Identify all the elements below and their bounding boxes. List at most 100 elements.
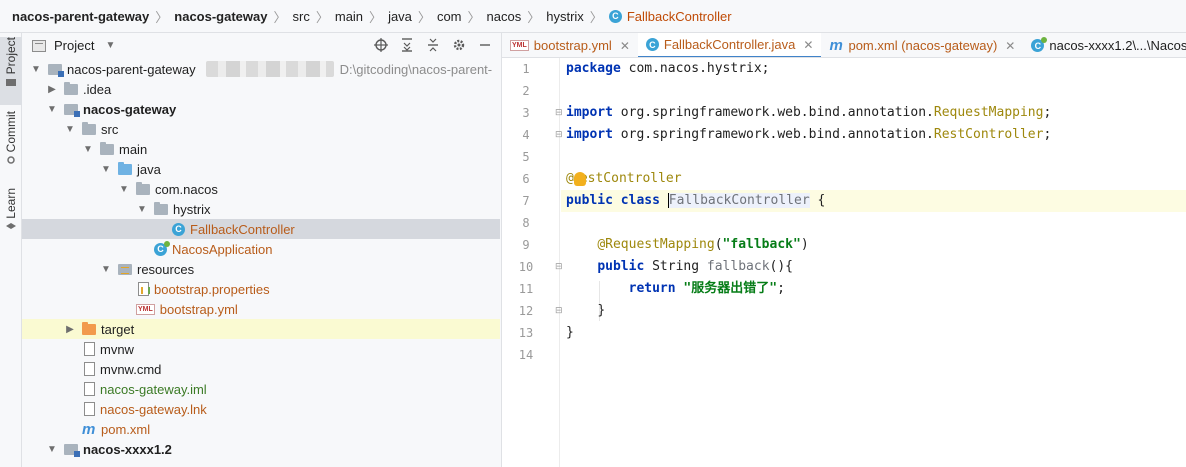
code-text: ;	[1043, 105, 1052, 120]
tree-item-nacos-gateway-iml[interactable]: nacos-gateway.iml	[22, 379, 500, 399]
commit-tool-tab[interactable]: Commit	[0, 111, 22, 191]
tree-item-com-nacos[interactable]: ▼ com.nacos	[22, 179, 500, 199]
code-method-name: fallback	[706, 259, 770, 274]
chevron-down-icon[interactable]: ▼	[64, 123, 76, 135]
folder-icon	[82, 121, 96, 135]
tree-item-target[interactable]: ▶ target	[22, 319, 500, 339]
breadcrumb-item[interactable]: nacos-gateway	[174, 9, 267, 24]
folder-icon	[6, 79, 16, 87]
chevron-down-icon[interactable]: ▼	[100, 163, 112, 175]
close-icon[interactable]: ✕	[1005, 39, 1015, 53]
tree-item-nacos-gateway-lnk[interactable]: nacos-gateway.lnk	[22, 399, 500, 419]
code-text: org.springframework.web.bind.annotation.	[612, 105, 934, 120]
spring-class-icon: C	[154, 240, 170, 256]
code-line: @ estController	[561, 168, 1186, 190]
tree-item-mvnw[interactable]: mvnw	[22, 339, 500, 359]
tree-item-label: resources	[137, 261, 195, 277]
line-number: 14	[518, 348, 534, 362]
chevron-down-icon[interactable]: ▼	[82, 143, 94, 155]
chevron-right-icon[interactable]: ▶	[64, 323, 76, 335]
tree-item-resources[interactable]: ▼ resources	[22, 259, 500, 279]
tree-item-nacos-xxxx1-2[interactable]: ▼ nacos-xxxx1.2	[22, 439, 500, 459]
breadcrumb-item[interactable]: com	[437, 9, 462, 24]
code-editor: YML bootstrap.yml ✕ C FallbackController…	[502, 33, 1186, 467]
tab-bootstrap-yml[interactable]: YML bootstrap.yml ✕	[502, 33, 638, 57]
breadcrumb-item[interactable]: src	[293, 9, 310, 24]
tree-item-bootstrap-properties[interactable]: bootstrap.properties	[22, 279, 500, 299]
tree-item-nacos-parent-gateway[interactable]: ▼ nacos-parent-gateway D:\gitcoding\naco…	[22, 59, 500, 79]
gear-icon[interactable]	[451, 37, 467, 53]
source-folder-icon	[118, 161, 132, 175]
chevron-right-icon: 〉	[417, 9, 431, 25]
line-number: 7	[522, 194, 530, 208]
collapse-all-icon[interactable]	[425, 37, 441, 53]
class-icon: C	[172, 222, 185, 236]
tree-item-src[interactable]: ▼ src	[22, 119, 500, 139]
properties-file-icon	[138, 282, 150, 296]
tab-fallbackcontroller-java[interactable]: C FallbackController.java ✕	[637, 33, 822, 57]
tab-label: pom.xml (nacos-gateway)	[848, 38, 998, 53]
breadcrumb-item-current[interactable]: C FallbackController	[608, 9, 732, 24]
tree-item-label: NacosApplication	[172, 241, 273, 257]
chevron-down-icon[interactable]: ▼	[30, 63, 42, 75]
module-icon	[48, 63, 64, 77]
tree-item-label: bootstrap.yml	[159, 301, 238, 317]
tree-item-main[interactable]: ▼ main	[22, 139, 500, 159]
commit-tool-label: Commit	[4, 111, 18, 153]
line-number: 6	[522, 172, 530, 186]
project-header: Project ▼	[22, 33, 501, 58]
line-number: 2	[522, 84, 530, 98]
close-icon[interactable]: ✕	[620, 39, 630, 53]
chevron-down-icon[interactable]: ▼	[100, 263, 112, 275]
tree-item-nacos-gateway[interactable]: ▼ nacos-gateway	[22, 99, 500, 119]
chevron-down-icon[interactable]: ▼	[46, 103, 58, 115]
tree-item-mvnw-cmd[interactable]: mvnw.cmd	[22, 359, 500, 379]
line-number: 1	[522, 62, 530, 76]
lightbulb-icon[interactable]	[573, 171, 586, 186]
code-line: import org.springframework.web.bind.anno…	[561, 124, 1186, 146]
chevron-down-icon[interactable]: ▼	[104, 40, 116, 52]
project-tool-tab[interactable]: Project	[0, 37, 22, 105]
module-icon	[64, 103, 80, 117]
close-icon[interactable]: ✕	[803, 38, 813, 52]
line-number: 8	[522, 216, 530, 230]
chevron-down-icon[interactable]: ▼	[136, 203, 148, 215]
project-view-icon	[32, 39, 46, 52]
excluded-folder-icon	[82, 321, 96, 335]
tree-item-java[interactable]: ▼ java	[22, 159, 500, 179]
tree-item-bootstrap-yml[interactable]: YML bootstrap.yml	[22, 299, 500, 319]
learn-tool-tab[interactable]: Learn	[0, 188, 22, 246]
resources-folder-icon	[118, 263, 132, 275]
tree-item-pom-xml[interactable]: m pom.xml	[22, 419, 500, 439]
tab-pom-xml[interactable]: m pom.xml (nacos-gateway) ✕	[821, 33, 1023, 57]
hide-panel-icon[interactable]	[477, 37, 493, 53]
tree-item-idea[interactable]: ▶ .idea	[22, 79, 500, 99]
code-area[interactable]: package com.nacos.hystrix; import org.sp…	[561, 58, 1186, 467]
chevron-right-icon: 〉	[589, 9, 603, 25]
code-annotation: estController	[579, 171, 682, 186]
breadcrumb-item[interactable]: hystrix	[546, 9, 584, 24]
maven-icon: m	[82, 420, 96, 438]
locate-file-icon[interactable]	[373, 37, 389, 53]
line-number: 11	[518, 282, 534, 296]
tree-item-fallbackcontroller[interactable]: C FallbackController	[22, 219, 500, 239]
breadcrumb-item[interactable]: nacos-parent-gateway	[12, 9, 149, 24]
breadcrumb-item[interactable]: java	[388, 9, 412, 24]
chevron-down-icon[interactable]: ▼	[118, 183, 130, 195]
line-number: 3	[522, 106, 530, 120]
chevron-right-icon: 〉	[273, 9, 287, 25]
chevron-right-icon[interactable]: ▶	[46, 83, 58, 95]
tree-item-hystrix[interactable]: ▼ hystrix	[22, 199, 500, 219]
chevron-down-icon[interactable]: ▼	[46, 443, 58, 455]
code-class-ref: RequestMapping	[933, 105, 1044, 120]
chevron-right-icon: 〉	[467, 9, 481, 25]
tree-item-label: nacos-gateway.iml	[100, 381, 207, 397]
breadcrumb-item[interactable]: nacos	[487, 9, 522, 24]
code-keyword: public	[597, 259, 645, 274]
breadcrumb-item[interactable]: main	[335, 9, 363, 24]
expand-all-icon[interactable]	[399, 37, 415, 53]
tab-nacos-application[interactable]: C nacos-xxxx1.2\...\NacosA	[1023, 33, 1186, 57]
tree-item-nacosapplication[interactable]: C NacosApplication	[22, 239, 500, 259]
project-title[interactable]: Project	[54, 38, 94, 53]
class-icon: C	[645, 38, 659, 51]
